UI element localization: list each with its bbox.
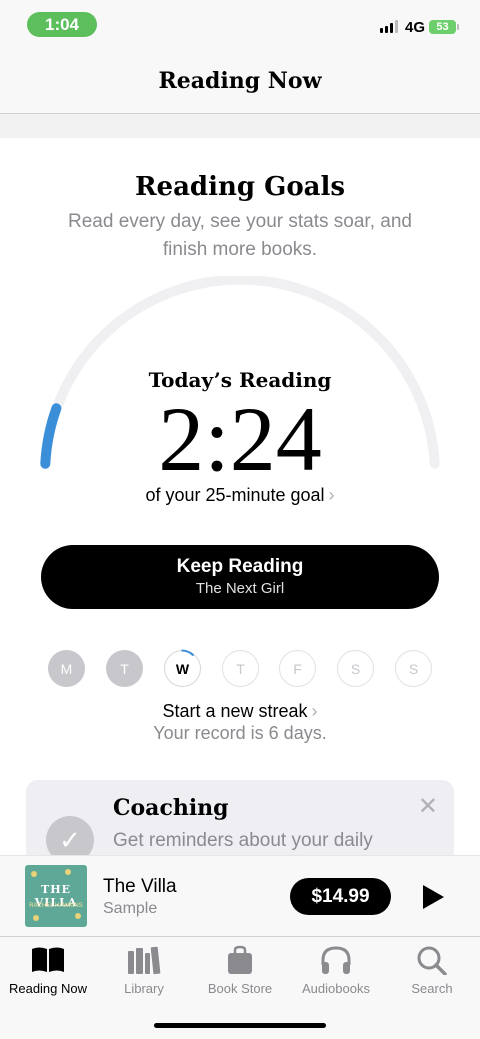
cellular-signal-icon [380,19,398,33]
day-monday: M [48,650,85,687]
book-cover[interactable]: THE VILLA RACHEL HAWKINS [25,865,87,927]
chevron-right-icon: › [311,701,318,721]
tab-label: Audiobooks [302,981,370,996]
tab-label: Search [411,981,453,996]
search-icon [417,946,447,975]
close-icon[interactable]: ✕ [418,792,438,821]
day-thursday: T [222,650,259,687]
start-streak-label: Start a new streak [162,701,308,721]
weekly-streak-days: M T W T F S S [48,649,434,688]
tab-reading-now[interactable]: Reading Now [0,945,96,996]
keep-reading-book: The Next Girl [195,580,285,597]
tab-label: Reading Now [8,981,88,996]
play-icon[interactable] [421,884,445,910]
buy-price-button[interactable]: $14.99 [290,878,391,915]
tab-library[interactable]: Library [96,945,192,996]
book-title: The Villa [103,876,177,897]
tab-audiobooks[interactable]: Audiobooks [288,945,384,996]
mini-player[interactable]: THE VILLA RACHEL HAWKINS The Villa Sampl… [0,855,480,937]
network-type: 4G [405,19,426,36]
daily-goal-link[interactable]: of your 25-minute goal › [0,485,480,506]
day-sunday: S [395,650,432,687]
day-friday: F [279,650,316,687]
day-progress-arc [181,649,195,657]
keep-reading-button[interactable]: Keep Reading The Next Girl [41,545,439,609]
day-tuesday: T [106,650,143,687]
coaching-description: Get reminders about your daily [113,830,373,851]
cover-author: RACHEL HAWKINS [29,903,83,909]
book-open-icon [32,947,64,972]
start-streak-link[interactable]: Start a new streak › [0,701,480,722]
keep-reading-label: Keep Reading [176,556,304,577]
reading-goals-title: Reading Goals [134,172,346,202]
tab-search[interactable]: Search [384,945,480,996]
reading-goals-subtitle: Read every day, see your stats soar, and… [68,211,412,260]
daily-goal-text: of your 25-minute goal [145,485,325,505]
day-saturday: S [337,650,374,687]
tab-label: Library [124,981,164,996]
status-time: 1:04 [27,12,97,37]
headphones-icon [321,946,351,974]
status-bar: 1:04 4G 53 [0,0,480,48]
book-subtitle: Sample [103,900,158,917]
home-indicator [154,1023,326,1028]
streak-record: Your record is 6 days. [153,723,327,743]
reading-goals-card: Reading Goals Read every day, see your s… [0,138,480,880]
page-title: Reading Now [158,67,322,94]
day-wednesday: W [164,649,201,687]
tab-bar: Reading Now Library Book Store Audiobook… [0,937,480,1039]
chevron-right-icon: › [328,485,335,505]
tab-label: Book Store [207,981,273,996]
shopping-bag-icon [228,945,252,974]
coaching-title: Coaching [113,795,229,821]
tab-book-store[interactable]: Book Store [192,945,288,996]
library-books-icon [128,946,161,975]
todays-reading-time: 2:24 [158,388,322,490]
navigation-bar: Reading Now [0,48,480,114]
battery-icon: 53 [429,20,459,34]
